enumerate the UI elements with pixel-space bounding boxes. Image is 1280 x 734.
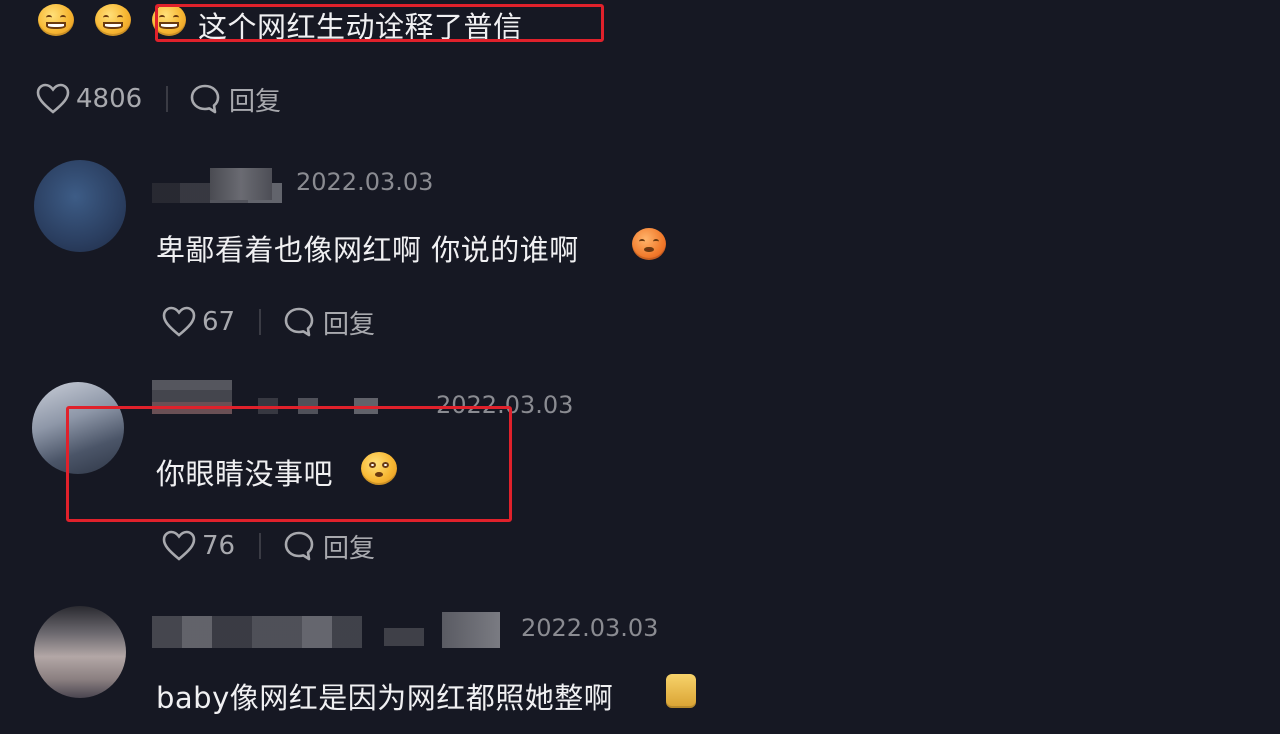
reply-button[interactable]: 回复 [283,305,376,340]
angry-icon [632,228,666,260]
divider [259,533,261,559]
comment-date: 2022.03.03 [436,391,574,419]
username-blurred-block [210,168,272,200]
avatar[interactable] [32,382,124,474]
heart-icon [36,83,70,115]
username-blurred-block [384,628,424,646]
like-count: 67 [202,307,236,337]
avatar[interactable] [34,160,126,252]
avatar[interactable] [34,606,126,698]
reply-button[interactable]: 回复 [283,529,376,564]
comment-text: baby像网红是因为网红都照她整啊 [156,681,614,715]
grinning-sweat-icon [38,4,74,36]
comment-date: 2022.03.03 [521,614,659,642]
sticker-icon [666,674,696,708]
reply-label: 回复 [323,533,376,564]
heart-icon [162,530,196,562]
reply-label: 回复 [229,86,282,117]
comment-bubble-icon [283,306,315,338]
comment-bubble-icon [189,83,221,115]
worried-icon [361,452,397,485]
reply-button[interactable]: 回复 [189,82,282,117]
divider [259,309,261,335]
grinning-sweat-icon [95,4,131,36]
grinning-sweat-icon [152,4,186,36]
comment-text: 你眼睛没事吧 [156,457,334,491]
comment-bubble-icon [283,530,315,562]
divider [166,86,168,112]
like-button[interactable]: 4806 [36,82,142,116]
comment-section: 这个网红生动诠释了普信 4806 回复 2022.03.03 卑鄙看着也像网红啊… [0,0,1280,734]
heart-icon [162,306,196,338]
username-blurred-block [442,612,500,648]
like-count: 76 [202,531,236,561]
like-button[interactable]: 76 [162,529,235,563]
reply-label: 回复 [323,309,376,340]
like-count: 4806 [76,84,143,114]
username-blurred[interactable] [152,616,362,648]
comment-text: 卑鄙看着也像网红啊 你说的谁啊 [156,233,579,267]
comment-date: 2022.03.03 [296,168,434,196]
username-blurred[interactable] [152,380,232,414]
comment-text: 这个网红生动诠释了普信 [198,10,523,44]
username-blurred-block [258,398,378,414]
like-button[interactable]: 67 [162,305,235,339]
